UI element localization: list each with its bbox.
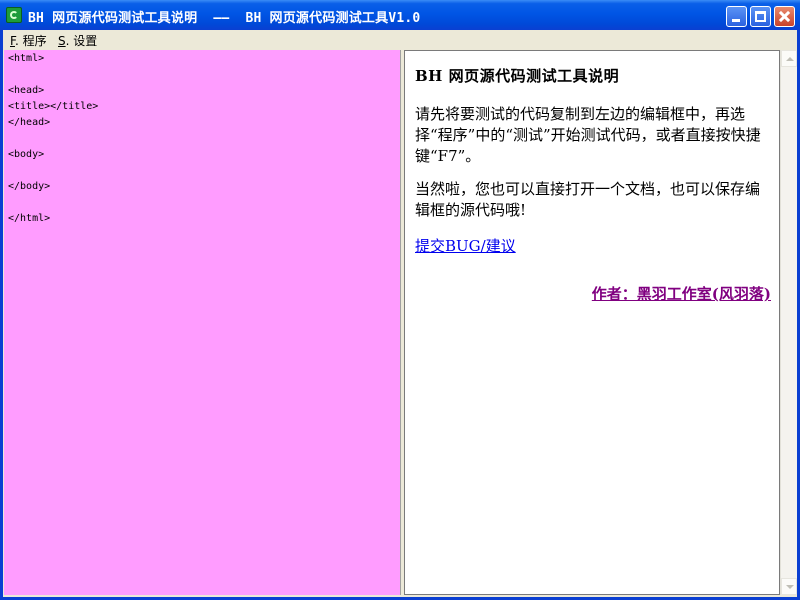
minimize-button[interactable]	[726, 6, 747, 27]
scroll-up-button[interactable]	[781, 50, 797, 67]
maximize-icon	[755, 11, 766, 22]
close-icon	[775, 7, 794, 26]
preview-note: 当然啦，您也可以直接打开一个文档，也可以保存编辑框的源代码哦!	[415, 180, 761, 219]
menu-bar: F. 程序 S. 设置	[3, 30, 797, 49]
scroll-down-icon	[786, 585, 794, 589]
app-window: BH 网页源代码测试工具说明 —— BH 网页源代码测试工具V1.0 F. 程序…	[0, 0, 800, 600]
preview-title: BH 网页源代码测试工具说明	[415, 67, 620, 85]
close-button[interactable]	[774, 6, 795, 27]
code-editor[interactable]: <html> <head> <title></title> </head> <b…	[4, 50, 401, 595]
preview-pane: BH 网页源代码测试工具说明 请先将要测试的代码复制到左边的编辑框中，再选择“程…	[404, 50, 780, 595]
author-link[interactable]: 作者：黑羽工作室(风羽落)	[592, 283, 771, 304]
menu-program[interactable]: F. 程序	[10, 32, 47, 49]
scroll-down-button[interactable]	[781, 578, 797, 595]
maximize-button[interactable]	[750, 6, 771, 27]
preview-scrollbar[interactable]	[780, 50, 797, 595]
app-icon[interactable]	[6, 7, 22, 23]
preview-content: BH 网页源代码测试工具说明 请先将要测试的代码复制到左边的编辑框中，再选择“程…	[415, 65, 771, 303]
title-bar[interactable]: BH 网页源代码测试工具说明 —— BH 网页源代码测试工具V1.0	[0, 0, 800, 30]
code-editor-text[interactable]: <html> <head> <title></title> </head> <b…	[4, 50, 400, 228]
window-title: BH 网页源代码测试工具说明 —— BH 网页源代码测试工具V1.0	[28, 11, 421, 26]
menu-settings-key: S	[58, 34, 66, 48]
submit-bug-link[interactable]: 提交BUG/建议	[415, 235, 516, 256]
preview-instructions: 请先将要测试的代码复制到左边的编辑框中，再选择“程序”中的“测试”开始测试代码，…	[415, 105, 761, 165]
menu-program-label: . 程序	[14, 34, 47, 48]
minimize-icon	[732, 19, 740, 22]
menu-settings-label: . 设置	[65, 34, 98, 48]
menu-settings[interactable]: S. 设置	[58, 32, 97, 49]
scroll-up-icon	[786, 57, 794, 61]
